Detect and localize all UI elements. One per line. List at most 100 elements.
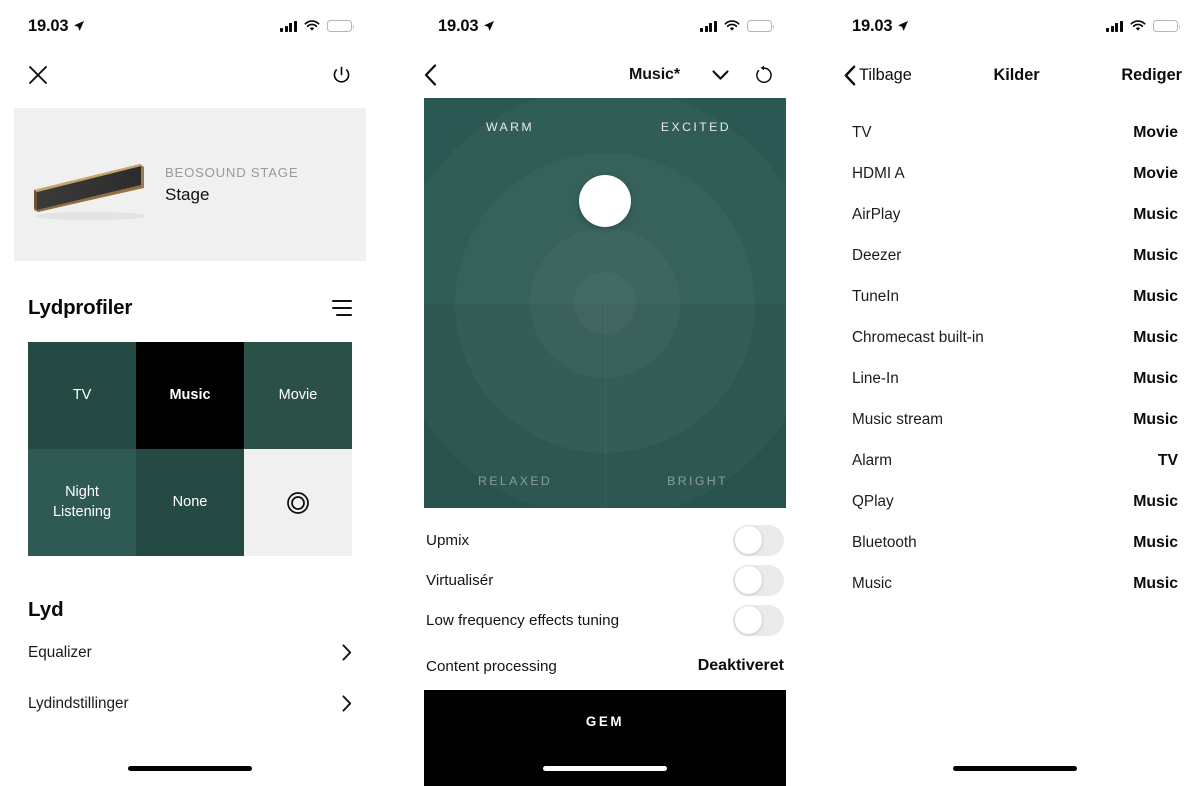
status-bar-indicators — [700, 19, 775, 33]
source-row[interactable]: Alarm TV — [830, 440, 1200, 481]
soundbar-image — [16, 140, 161, 230]
source-row[interactable]: TuneIn Music — [830, 276, 1200, 317]
panel2-nav: Music* — [410, 52, 800, 98]
home-indicator — [953, 766, 1077, 771]
source-name: HDMI A — [852, 164, 905, 182]
battery-low-icon — [327, 19, 355, 33]
source-name: Music stream — [852, 410, 943, 428]
profile-tile-music[interactable]: Music — [136, 342, 244, 449]
source-row[interactable]: HDMI A Movie — [830, 153, 1200, 194]
source-profile-value: TV — [1157, 451, 1178, 469]
sound-toggles-list: Upmix Virtualisér Low frequency effects tu… — [410, 522, 800, 638]
source-name: Alarm — [852, 451, 892, 469]
profile-tile-label: Night Listening — [52, 483, 112, 520]
phone-panel-sound-profiles: 19.03 BEOSOUND STAGE Stage Lydprofiler T… — [0, 0, 380, 786]
source-name: TV — [852, 123, 872, 141]
hamburger-icon[interactable] — [332, 300, 352, 316]
wifi-icon — [1130, 20, 1146, 31]
profile-tile-label: Movie — [278, 386, 318, 403]
source-profile-value: Music — [1133, 410, 1178, 428]
chevron-left-icon — [844, 65, 856, 85]
source-name: Line-In — [852, 369, 899, 387]
save-button[interactable]: GEM — [424, 690, 786, 786]
status-bar-time: 19.03 — [28, 16, 69, 35]
profile-tile-label: Music — [169, 386, 211, 403]
content-processing-label: Content processing — [426, 657, 557, 675]
back-button[interactable] — [424, 64, 437, 86]
profile-dropdown-button[interactable] — [711, 69, 729, 81]
toggle-row: Low frequency effects tuning — [410, 602, 800, 638]
close-button[interactable] — [28, 65, 48, 85]
source-row[interactable]: QPlay Music — [830, 481, 1200, 522]
reset-button[interactable] — [754, 65, 774, 85]
sound-setting-label: Equalizer — [28, 643, 92, 661]
source-profile-value: Movie — [1133, 123, 1178, 141]
device-name: Stage — [165, 184, 210, 204]
status-bar-indicators — [1106, 19, 1181, 33]
sound-profiles-title: Lydprofiler — [28, 296, 133, 319]
sound-setting-row[interactable]: Equalizer — [0, 632, 380, 673]
toggle-knob — [734, 526, 763, 554]
sound-wheel-handle[interactable] — [579, 175, 631, 227]
toggle-row: Upmix — [410, 522, 800, 558]
sound-section-title: Lyd — [28, 598, 64, 621]
toggle-row: Virtualisér — [410, 562, 800, 598]
sound-settings-list: Equalizer Lydindstillinger — [0, 632, 380, 724]
source-name: Bluetooth — [852, 533, 917, 551]
source-row[interactable]: Deezer Music — [830, 235, 1200, 276]
profile-tile-add[interactable] — [244, 449, 352, 556]
toggle-switch[interactable] — [733, 564, 784, 596]
source-name: Deezer — [852, 246, 902, 264]
back-button[interactable]: Tilbage — [844, 65, 912, 86]
profile-tile-night-listening[interactable]: Night Listening — [28, 449, 136, 556]
edit-button[interactable]: Rediger — [1121, 66, 1182, 85]
source-name: Music — [852, 574, 892, 592]
source-profile-value: Music — [1133, 328, 1178, 346]
source-profile-value: Music — [1133, 492, 1178, 510]
battery-low-icon — [747, 19, 775, 33]
source-row[interactable]: Chromecast built-in Music — [830, 317, 1200, 358]
profile-tile-movie[interactable]: Movie — [244, 342, 352, 449]
status-bar-indicators — [280, 19, 355, 33]
source-name: TuneIn — [852, 287, 900, 305]
source-profile-value: Music — [1133, 574, 1178, 592]
source-profile-value: Movie — [1133, 164, 1178, 182]
source-profile-value: Music — [1133, 246, 1178, 264]
sound-wheel[interactable]: WARM EXCITED RELAXED BRIGHT — [424, 98, 786, 508]
profile-tile-none[interactable]: None — [136, 449, 244, 556]
source-row[interactable]: AirPlay Music — [830, 194, 1200, 235]
power-button[interactable] — [331, 65, 352, 86]
location-arrow-icon — [898, 21, 909, 31]
sound-setting-row[interactable]: Lydindstillinger — [0, 683, 380, 724]
source-row[interactable]: Line-In Music — [830, 358, 1200, 399]
toggle-switch[interactable] — [733, 524, 784, 556]
profile-tile-tv[interactable]: TV — [28, 342, 136, 449]
wheel-label-excited: EXCITED — [660, 120, 731, 134]
cellular-bars-icon — [700, 20, 717, 32]
home-indicator — [128, 766, 252, 771]
toggle-switch[interactable] — [733, 604, 784, 636]
status-bar-time-group: 19.03 — [438, 17, 495, 36]
panel3-nav: Tilbage Kilder Rediger — [830, 52, 1200, 98]
source-row[interactable]: Music Music — [830, 563, 1200, 604]
status-bar-time: 19.03 — [852, 16, 893, 35]
source-row[interactable]: TV Movie — [830, 112, 1200, 153]
profile-tile-label: TV — [72, 386, 92, 403]
phone-panel-sources: 19.03 Tilbage Kilder Rediger TV Movie HD… — [830, 0, 1200, 786]
content-processing-value: Deaktiveret — [697, 657, 784, 674]
back-button-label: Tilbage — [859, 65, 912, 84]
source-row[interactable]: Music stream Music — [830, 399, 1200, 440]
content-processing-row[interactable]: Content processing Deaktiveret — [410, 648, 800, 684]
phone-panel-sound-wheel: 19.03 Music* WARM EXCITED RELAXED BRIGHT… — [410, 0, 800, 786]
device-card[interactable]: BEOSOUND STAGE Stage — [14, 108, 366, 261]
profile-tile-label: None — [172, 493, 208, 510]
cellular-bars-icon — [280, 20, 297, 32]
sound-profiles-header: Lydprofiler — [0, 296, 380, 320]
wifi-icon — [724, 20, 740, 31]
source-row[interactable]: Bluetooth Music — [830, 522, 1200, 563]
cellular-bars-icon — [1106, 20, 1123, 32]
toggle-label: Virtualisér — [426, 571, 494, 589]
source-name: AirPlay — [852, 205, 901, 223]
sound-profile-grid: TV Music Movie Night Listening None — [28, 342, 352, 556]
reset-circular-arrow-icon — [756, 65, 772, 83]
